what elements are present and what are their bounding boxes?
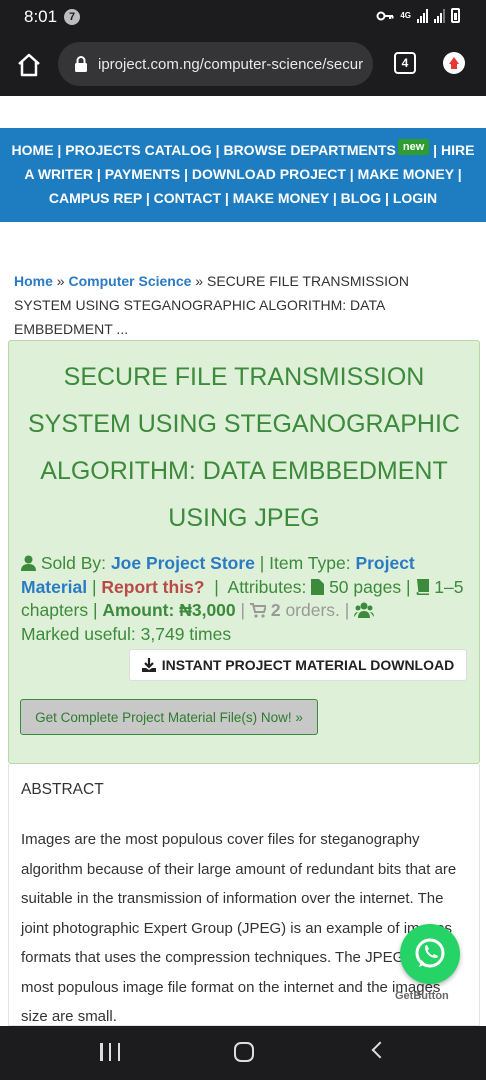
status-bar: 8:01 7 4G <box>0 0 486 34</box>
nav-login[interactable]: LOGIN <box>393 190 437 206</box>
product-panel: SECURE FILE TRANSMISSION SYSTEM USING ST… <box>8 340 480 764</box>
address-bar[interactable]: iproject.com.ng/computer-science/secur <box>58 42 373 86</box>
url-text: iproject.com.ng/computer-science/secur <box>98 55 364 73</box>
battery-icon <box>451 8 460 23</box>
instant-download-button[interactable]: INSTANT PROJECT MATERIAL DOWNLOAD <box>129 649 467 681</box>
nav-payments[interactable]: PAYMENTS <box>105 166 180 182</box>
instant-download-label: INSTANT PROJECT MATERIAL DOWNLOAD <box>161 657 455 673</box>
browser-toolbar: iproject.com.ng/computer-science/secur 4 <box>0 34 486 96</box>
getbutton-label[interactable]: GetButton <box>395 990 449 1002</box>
recent-apps-icon[interactable] <box>100 1043 120 1061</box>
notification-count-badge: 7 <box>64 9 80 25</box>
users-icon <box>354 602 375 618</box>
signal-strength-2-icon <box>434 8 445 23</box>
book-icon <box>416 578 430 595</box>
abstract-section: ABSTRACT Images are the most populous co… <box>8 764 480 1026</box>
nav-projects-catalog[interactable]: PROJECTS CATALOG <box>65 142 212 158</box>
product-title: SECURE FILE TRANSMISSION SYSTEM USING ST… <box>27 363 460 532</box>
breadcrumb: Home » Computer Science » SECURE FILE TR… <box>14 273 410 337</box>
breadcrumb-home[interactable]: Home <box>14 273 53 289</box>
nav-browse-departments[interactable]: BROWSE DEPARTMENTS <box>223 142 395 158</box>
back-icon[interactable] <box>371 1041 389 1059</box>
home-icon[interactable] <box>14 50 44 80</box>
amount-value: ₦3,000 <box>179 600 236 620</box>
nav-contact[interactable]: CONTACT <box>154 190 221 206</box>
site-navigation: HOME | PROJECTS CATALOG | BROWSE DEPARTM… <box>0 128 486 222</box>
product-meta: Sold By: Joe Project Store | Item Type: … <box>21 553 464 644</box>
nav-blog[interactable]: BLOG <box>341 190 381 206</box>
orders-count: 2 <box>270 600 281 620</box>
breadcrumb-category[interactable]: Computer Science <box>68 273 191 289</box>
seller-link[interactable]: Joe Project Store <box>111 553 255 573</box>
cart-icon <box>249 603 266 618</box>
file-icon <box>311 578 325 595</box>
whatsapp-icon <box>415 938 445 968</box>
lock-icon <box>75 56 87 72</box>
status-time: 8:01 <box>24 7 58 26</box>
item-type-label: Item Type: <box>269 553 351 573</box>
network-type-label: 4G <box>400 10 411 20</box>
report-link[interactable]: Report this? <box>101 577 204 597</box>
pages-count: 50 pages <box>329 576 402 597</box>
new-badge: new <box>397 139 430 155</box>
vpn-key-icon <box>376 11 394 20</box>
marked-useful: Marked useful: 3,749 times <box>21 623 232 644</box>
signal-strength-icon <box>417 8 428 23</box>
get-complete-material-button[interactable]: Get Complete Project Material File(s) No… <box>20 699 318 735</box>
user-icon <box>21 555 36 571</box>
orders-label: orders. <box>285 600 340 620</box>
sold-by-label: Sold By: <box>40 553 107 573</box>
update-icon[interactable] <box>443 52 465 74</box>
attributes-label: Attributes: <box>227 576 307 597</box>
nav-home[interactable]: HOME <box>12 142 54 158</box>
nav-campus-rep[interactable]: CAMPUS REP <box>49 190 142 206</box>
home-button-icon[interactable] <box>234 1042 254 1062</box>
status-indicators: 4G <box>376 8 460 23</box>
download-icon <box>141 658 156 672</box>
amount-label: Amount: <box>102 600 175 620</box>
whatsapp-chat-button[interactable] <box>400 924 460 984</box>
nav-make-money-2[interactable]: MAKE MONEY <box>233 190 329 206</box>
abstract-heading: ABSTRACT <box>21 781 104 798</box>
nav-a-writer[interactable]: A WRITER <box>24 166 93 182</box>
system-navigation-bar <box>0 1026 486 1080</box>
nav-hire[interactable]: HIRE <box>441 142 474 158</box>
nav-download-project[interactable]: DOWNLOAD PROJECT <box>192 166 346 182</box>
nav-make-money[interactable]: MAKE MONEY <box>358 166 454 182</box>
tab-switcher-button[interactable]: 4 <box>394 52 416 74</box>
